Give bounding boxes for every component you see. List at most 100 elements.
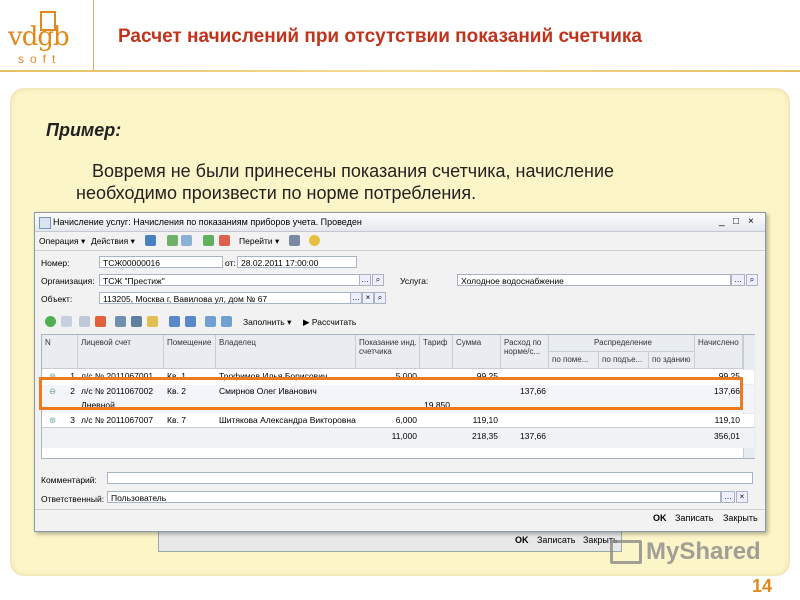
service-search-icon[interactable]: ⌕ (746, 274, 758, 286)
responsible-select-button[interactable]: … (721, 491, 735, 503)
object-field[interactable]: 113205, Москва г, Вавилова ул, дом № 67 (99, 292, 351, 304)
button-bar-divider (35, 509, 765, 510)
total-sum: 218,35 (472, 431, 498, 441)
sort-desc-icon[interactable] (221, 316, 232, 327)
back-ok-button[interactable]: OK (515, 535, 529, 545)
object-search-icon[interactable]: ⌕ (374, 292, 386, 304)
organization-select-button[interactable]: … (359, 274, 371, 286)
copy-row-icon[interactable] (61, 316, 72, 327)
movements-icon[interactable] (219, 235, 230, 246)
date-field[interactable]: 28.02.2011 17:00:00 (237, 256, 357, 268)
print-icon[interactable] (203, 235, 214, 246)
organization-search-icon[interactable]: ⌕ (372, 274, 384, 286)
add-row-icon[interactable] (45, 316, 56, 327)
save-icon[interactable] (145, 235, 156, 246)
cell-num: 3 (70, 415, 75, 425)
sort-asc-icon[interactable] (205, 316, 216, 327)
example-description: Вовремя не были принесены показания счет… (76, 160, 776, 204)
help-icon[interactable] (309, 235, 320, 246)
col-charged[interactable]: Начислено (695, 335, 743, 369)
col-dist-room[interactable]: по поме... (549, 352, 599, 369)
cell-room: Кв. 7 (167, 415, 186, 425)
calculate-label: Рассчитать (311, 317, 357, 327)
cell-account: л/с № 2011067007 (81, 415, 154, 425)
back-write-button[interactable]: Записать (537, 535, 575, 545)
post-icon[interactable] (167, 235, 178, 246)
structure-icon[interactable] (181, 235, 192, 246)
col-tariff[interactable]: Тариф (420, 335, 453, 369)
responsible-field[interactable]: Пользователь (107, 491, 721, 503)
cell-owner: Шитякова Александра Викторовна (219, 415, 356, 425)
edit-row-icon[interactable] (79, 316, 90, 327)
cell-sum: 119,10 (472, 415, 498, 425)
slide-title: Расчет начислений при отсутствии показан… (118, 26, 642, 47)
logo-text: vdgb (8, 22, 70, 52)
total-reading: 11,000 (391, 431, 417, 441)
date-label: от: (225, 258, 236, 268)
logo-subtext: soft (18, 52, 62, 66)
ok-button[interactable]: OK (653, 513, 667, 523)
cell-reading: 6,000 (395, 415, 417, 425)
service-field[interactable]: Холодное водоснабжение (457, 274, 731, 286)
col-dist-entrance[interactable]: по подъе... (599, 352, 649, 369)
window-title: Начисление услуг: Начисления по показани… (53, 217, 362, 227)
monitor-icon (610, 540, 642, 564)
comment-label: Комментарий: (41, 475, 97, 485)
col-distribution[interactable]: Распределение (549, 335, 695, 352)
col-room[interactable]: Помещение (164, 335, 216, 369)
col-dist-building[interactable]: по зданию (649, 352, 695, 369)
myshared-watermark: MyShared (610, 538, 761, 566)
organization-label: Организация: (41, 276, 95, 286)
vdgb-logo: vdgb soft (6, 8, 84, 66)
fill-menu-label: Заполнить (243, 317, 285, 327)
minimize-button[interactable]: _ (719, 216, 725, 227)
write-button[interactable]: Записать (675, 513, 713, 523)
col-sum[interactable]: Сумма (453, 335, 501, 369)
object-select-button[interactable]: … (350, 292, 362, 304)
col-owner[interactable]: Владелец (216, 335, 356, 369)
service-select-button[interactable]: … (731, 274, 745, 286)
end-edit-icon[interactable] (115, 316, 126, 327)
description-line-1: Вовремя не были принесены показания счет… (92, 161, 615, 181)
close-button[interactable]: × (748, 216, 754, 227)
calculate-button[interactable]: ▶ Рассчитать (303, 317, 356, 328)
actions-menu-label: Действия (91, 236, 129, 246)
page-number: 14 (752, 576, 773, 596)
object-label: Объект: (41, 294, 73, 304)
maximize-button[interactable]: □ (733, 216, 739, 227)
example-label: Пример: (46, 120, 122, 140)
move-up-icon[interactable] (169, 316, 180, 327)
number-field[interactable]: ТСЖ00000016 (99, 256, 223, 268)
delete-row-icon[interactable] (95, 316, 106, 327)
operation-menu[interactable]: Операция ▾ (39, 236, 85, 247)
move-down-icon[interactable] (185, 316, 196, 327)
total-charged: 356,01 (714, 431, 740, 441)
col-norm[interactable]: Расход по норме/с... (501, 335, 549, 369)
col-account[interactable]: Лицевой счет (78, 335, 164, 369)
header-divider (93, 0, 94, 70)
number-label: Номер: (41, 258, 70, 268)
comment-field[interactable] (107, 472, 753, 484)
responsible-label: Ответственный: (41, 494, 105, 504)
total-norm: 137,66 (520, 431, 546, 441)
fill-menu[interactable]: Заполнить ▾ (243, 317, 291, 328)
tree-icon[interactable] (147, 316, 158, 327)
close-window-button[interactable]: Закрыть (723, 513, 758, 523)
description-line-2: необходимо произвести по норме потреблен… (76, 183, 477, 203)
responsible-clear-icon[interactable]: × (736, 491, 748, 503)
col-num[interactable]: N (42, 335, 78, 369)
actions-menu[interactable]: Действия ▾ (91, 236, 135, 247)
list-icon[interactable] (289, 235, 300, 246)
document-icon (39, 217, 51, 229)
col-reading[interactable]: Показание инд. счетчика (356, 335, 420, 369)
operation-menu-label: Операция (39, 236, 79, 246)
goto-menu[interactable]: Перейти ▾ (239, 236, 279, 247)
object-clear-icon[interactable]: × (362, 292, 374, 304)
grid-icon[interactable] (131, 316, 142, 327)
organization-field[interactable]: ТСЖ "Престиж" (99, 274, 363, 286)
highlight-frame (39, 377, 743, 410)
header-rule (0, 70, 800, 72)
goto-menu-label: Перейти (239, 236, 273, 246)
service-label: Услуга: (400, 276, 429, 286)
document-window: Начисление услуг: Начисления по показани… (34, 212, 766, 532)
